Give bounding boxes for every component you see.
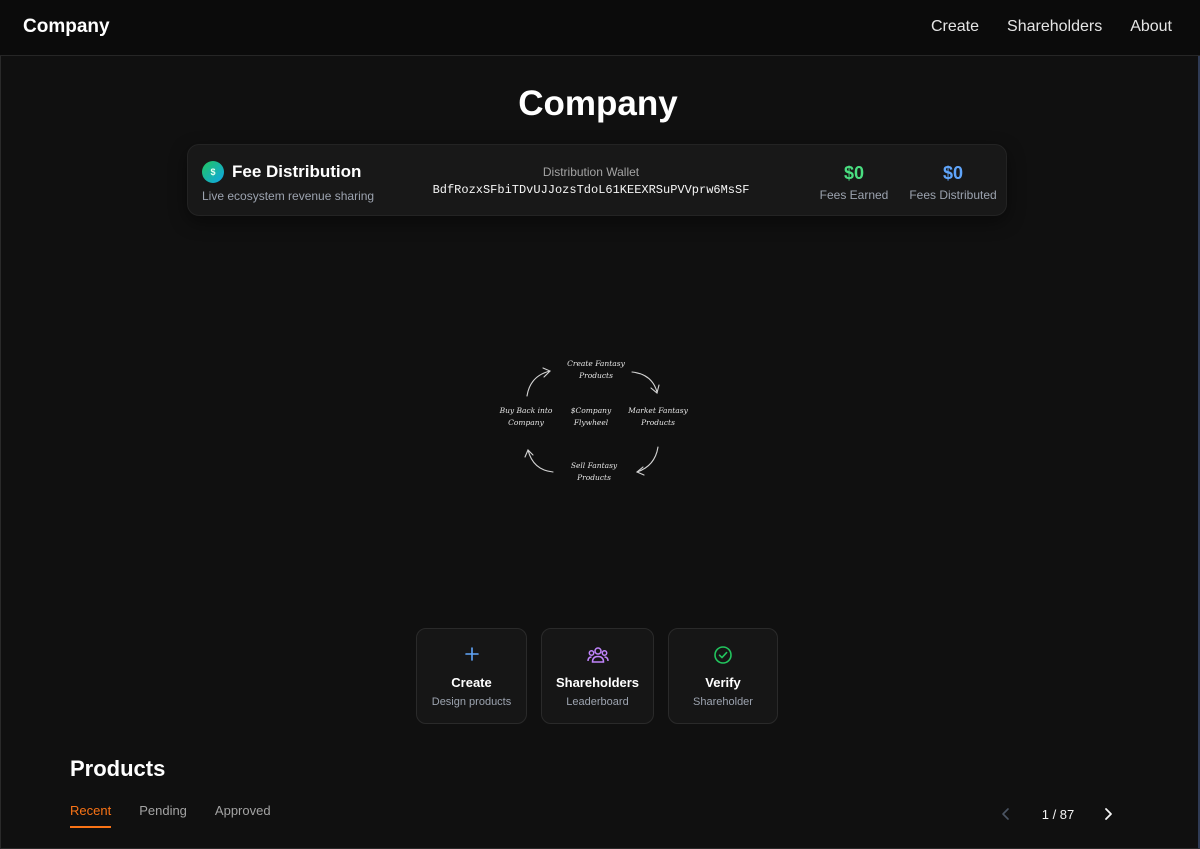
fees-earned-stat: $0 Fees Earned: [814, 163, 894, 202]
flywheel-center-label: $Company Flywheel: [570, 406, 612, 427]
create-action-card[interactable]: Create Design products: [416, 628, 527, 724]
shareholders-action-card[interactable]: Shareholders Leaderboard: [541, 628, 654, 724]
fee-card-title: Fee Distribution: [232, 162, 362, 181]
page-title: Company: [518, 84, 678, 123]
products-section-title: Products: [70, 756, 166, 781]
top-navigation-bar: Company Create Shareholders About: [0, 0, 1200, 56]
page-indicator: 1 / 87: [1041, 807, 1075, 822]
nav-shareholders[interactable]: Shareholders: [1007, 18, 1102, 36]
fees-earned-value: $0: [843, 163, 865, 183]
flywheel-step-sell: Sell Fantasy Products: [570, 461, 618, 482]
flywheel-diagram: Create Fantasy Products Market Fantasy P…: [480, 340, 712, 500]
users-icon: [542, 645, 653, 665]
verify-action-subtitle: Shareholder: [693, 696, 753, 708]
plus-icon: [417, 645, 526, 665]
chevron-left-icon[interactable]: [996, 803, 1016, 825]
brand-logo[interactable]: Company: [23, 16, 110, 38]
fees-earned-label: Fees Earned: [819, 188, 889, 202]
shareholders-action-subtitle: Leaderboard: [566, 696, 629, 708]
fee-card-subtitle: Live ecosystem revenue sharing: [202, 189, 375, 203]
main-nav: Create Shareholders About: [931, 18, 1172, 36]
fees-distributed-label: Fees Distributed: [909, 188, 997, 202]
wallet-address[interactable]: BdfRozxSFbiTDvUJJozsTdoL61KEEXRSuPVVprw6…: [428, 183, 754, 197]
create-action-subtitle: Design products: [431, 696, 512, 708]
dollar-coin-icon: $: [202, 161, 224, 183]
tab-pending[interactable]: Pending: [139, 803, 187, 828]
fees-distributed-value: $0: [942, 163, 964, 183]
verify-action-title: Verify: [705, 675, 741, 690]
nav-create[interactable]: Create: [931, 18, 979, 36]
fees-distributed-stat: $0 Fees Distributed: [906, 163, 1000, 202]
shareholders-action-title: Shareholders: [555, 675, 640, 690]
products-pagination: 1 / 87: [996, 803, 1116, 825]
nav-about[interactable]: About: [1130, 18, 1172, 36]
chevron-right-icon[interactable]: [1098, 803, 1118, 825]
verify-action-card[interactable]: Verify Shareholder: [668, 628, 778, 724]
fee-distribution-card: $ Fee Distribution Live ecosystem revenu…: [187, 144, 1007, 216]
products-tabs: Recent Pending Approved: [70, 803, 271, 828]
tab-approved[interactable]: Approved: [215, 803, 271, 828]
wallet-label: Distribution Wallet: [542, 165, 640, 179]
create-action-title: Create: [451, 675, 492, 690]
arrow-bottom-right: [636, 446, 659, 473]
quick-actions: Create Design products Shareholders Lead…: [416, 628, 778, 724]
tab-recent[interactable]: Recent: [70, 803, 112, 828]
flywheel-step-create: Create Fantasy Products: [567, 359, 625, 380]
check-circle-icon: [669, 645, 777, 665]
